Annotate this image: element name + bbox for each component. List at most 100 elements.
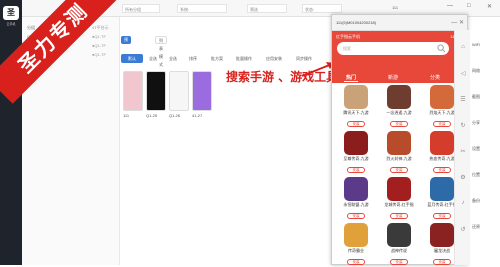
tab-new[interactable]: 新游: [388, 74, 398, 81]
game-item[interactable]: 龙城传奇-红手指 安装: [379, 177, 419, 221]
game-icon[interactable]: [344, 131, 368, 155]
device-card-2[interactable]: [146, 71, 166, 111]
app-logo: 圣: [3, 6, 19, 20]
select-all-checkbox[interactable]: 全选: [149, 54, 157, 63]
game-item[interactable]: 战神传说 安装: [379, 223, 419, 267]
game-icon[interactable]: [430, 223, 454, 247]
side-tool-icon[interactable]: ♪: [459, 200, 467, 206]
install-button[interactable]: 应用安装: [266, 54, 282, 63]
panel-item[interactable]: 设置: [472, 146, 480, 152]
group-detail: ●Q1-TF: [92, 43, 106, 48]
panel-item[interactable]: 网络: [472, 68, 480, 74]
side-tool-icon[interactable]: ☰: [459, 96, 467, 103]
list-mode-button[interactable]: 列表模式: [155, 36, 167, 67]
install-button[interactable]: 安装: [390, 167, 408, 173]
install-button[interactable]: 安装: [433, 121, 451, 127]
game-item[interactable]: 腾讯天下-九游 安装: [336, 85, 376, 129]
search-input[interactable]: 搜索: [337, 42, 449, 55]
panel-item[interactable]: 还原: [472, 224, 480, 230]
game-name: 永恒联盟-九游: [343, 202, 369, 207]
select-checkbox[interactable]: 全选: [169, 54, 177, 63]
device-card-4[interactable]: [192, 71, 212, 111]
game-icon[interactable]: [344, 85, 368, 109]
game-icon[interactable]: [430, 85, 454, 109]
app-sidebar: 圣 云手机: [0, 0, 22, 265]
side-tool-icon[interactable]: ↺: [459, 226, 467, 233]
game-item[interactable]: 一念逍遥-九游 安装: [379, 85, 419, 129]
panel-item[interactable]: 截图: [472, 94, 480, 100]
install-button[interactable]: 安装: [390, 213, 408, 219]
game-icon[interactable]: [387, 223, 411, 247]
panel-item[interactable]: 备份: [472, 198, 480, 204]
phone-window-title: 111(5)M01004200218): [336, 20, 377, 25]
tab-category[interactable]: 分类: [430, 74, 440, 81]
game-item[interactable]: 传奇霸业 安装: [336, 223, 376, 267]
game-item[interactable]: 至尊传奇-九游 安装: [336, 131, 376, 175]
game-name: 龙城传奇-红手指: [384, 202, 414, 207]
close-button[interactable]: ✕: [487, 3, 492, 10]
search-icon[interactable]: [437, 44, 446, 53]
search-filter[interactable]: 筛选: [247, 4, 287, 13]
search-placeholder: 搜索: [343, 46, 351, 51]
group-detail: 4T平台示: [92, 25, 109, 30]
install-button[interactable]: 安装: [390, 259, 408, 265]
device-label: Q1-26: [169, 113, 181, 118]
game-name: 战神传说: [391, 248, 407, 253]
group-filter[interactable]: 所有分组: [122, 4, 160, 13]
panel-item[interactable]: 位置: [472, 172, 480, 178]
install-button[interactable]: 安装: [347, 213, 365, 219]
tab-hot[interactable]: 热门: [346, 74, 356, 81]
install-button[interactable]: 安装: [347, 121, 365, 127]
side-tool-icon[interactable]: ◁: [459, 70, 467, 77]
game-name: 腾讯天下-九游: [343, 110, 369, 115]
install-button[interactable]: 安装: [433, 213, 451, 219]
game-icon[interactable]: [430, 131, 454, 155]
game-icon[interactable]: [387, 177, 411, 201]
game-name: 一念逍遥-九游: [386, 110, 412, 115]
group-detail: ●Q1-TF: [92, 52, 106, 57]
game-item[interactable]: 永恒联盟-九游 安装: [336, 177, 376, 221]
game-icon[interactable]: [387, 85, 411, 109]
plan-button[interactable]: 批方案: [211, 54, 223, 63]
phone-window-controls[interactable]: — ✕: [451, 15, 464, 31]
group-detail: ●Q1-TF: [92, 34, 106, 39]
app-header: 红手指云手机 11:28 搜索 ⤓ 热门 新游 分类: [332, 31, 464, 83]
install-button[interactable]: 安装: [347, 167, 365, 173]
install-button[interactable]: 安装: [390, 121, 408, 127]
system-filter[interactable]: 系统:: [177, 4, 227, 13]
install-button[interactable]: 安装: [347, 259, 365, 265]
tab-indicator: [344, 81, 358, 82]
preview-mode-button[interactable]: 预览模式: [121, 36, 131, 66]
panel-item[interactable]: 分享: [472, 120, 480, 126]
game-name: 至尊传奇-九游: [343, 156, 369, 161]
device-label: 41-27: [192, 113, 203, 118]
device-label: 111: [123, 113, 130, 118]
side-tool-icon[interactable]: ⚙: [459, 174, 467, 181]
install-button[interactable]: 安装: [433, 167, 451, 173]
game-icon[interactable]: [387, 131, 411, 155]
maximize-button[interactable]: □: [467, 3, 471, 9]
install-button[interactable]: 安装: [433, 259, 451, 265]
game-name: 传奇霸业: [348, 248, 364, 253]
side-tool-icon[interactable]: ✂: [459, 148, 467, 155]
game-item[interactable]: 烈火封神-九游 安装: [379, 131, 419, 175]
side-tool-icon[interactable]: ⌂: [459, 44, 467, 50]
panel-item[interactable]: WiFi: [472, 42, 480, 47]
app-name: 红手指云手机: [336, 34, 360, 39]
game-icon[interactable]: [344, 223, 368, 247]
device-card-3[interactable]: [169, 71, 189, 111]
phone-side-toolbar: ⌂ ◁ ☰ ↻ ✂ ⚙ ♪ ↺: [454, 30, 470, 265]
batch-button[interactable]: 批量操作: [236, 54, 252, 63]
device-label: Q1-25: [146, 113, 158, 118]
game-icon[interactable]: [344, 177, 368, 201]
game-icon[interactable]: [430, 177, 454, 201]
sort-button[interactable]: 排序: [189, 54, 197, 63]
device-card-1[interactable]: [123, 71, 143, 111]
app-logo-caption: 云手机: [6, 22, 16, 26]
phone-window-titlebar: 111(5)M01004200218) — ✕: [332, 15, 467, 31]
default-button[interactable]: 默认: [121, 54, 143, 63]
phone-window: 111(5)M01004200218) — ✕ 红手指云手机 11:28 搜索 …: [331, 14, 468, 265]
status-filter[interactable]: 状态:: [302, 4, 342, 13]
side-tool-icon[interactable]: ↻: [459, 122, 467, 129]
minimize-button[interactable]: —: [447, 3, 453, 9]
